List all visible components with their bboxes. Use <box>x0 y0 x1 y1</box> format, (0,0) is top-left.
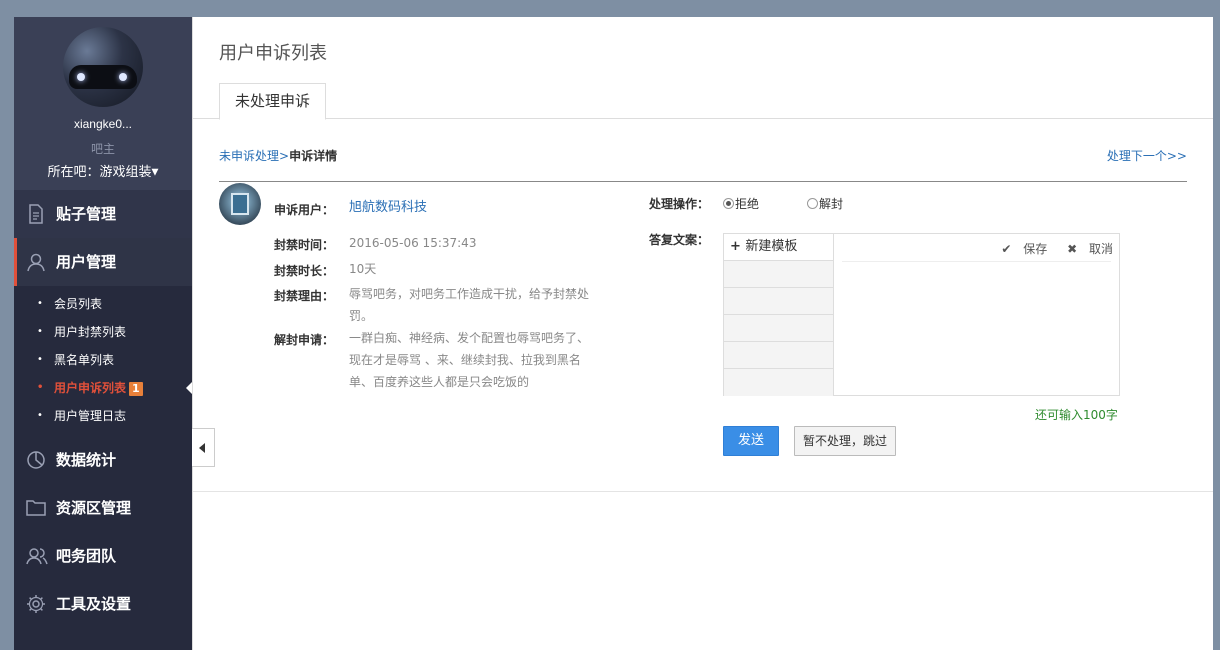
nav-label: 吧务团队 <box>56 547 117 565</box>
cancel-label: 取消 <box>1088 242 1113 256</box>
ban-time-value: 2016-05-06 15:37:43 <box>349 236 477 250</box>
submenu-appeal-list[interactable]: 用户申诉列表1 <box>14 374 192 402</box>
caret-down-icon: ▼ <box>151 167 159 178</box>
template-slot[interactable] <box>724 288 833 315</box>
reply-label: 答复文案： <box>649 233 710 247</box>
ban-reason-label: 封禁理由： <box>274 289 335 303</box>
submenu-user-log[interactable]: 用户管理日志 <box>14 402 192 430</box>
ban-reason-value: 辱骂吧务，对吧务工作造成干扰，给予封禁处罚。 <box>349 287 590 323</box>
nav-label: 资源区管理 <box>56 499 132 517</box>
next-appeal-link[interactable]: 处理下一个>> <box>1107 147 1187 164</box>
divider <box>219 181 1187 182</box>
tab-bar: 未处理申诉 <box>193 83 1213 120</box>
nav-user-management[interactable]: 用户管理 <box>14 238 192 286</box>
nav-label: 贴子管理 <box>56 205 117 223</box>
sidebar: xiangke0... 吧主 所在吧：游戏组装▼ 贴子管理 用户管理 会员列表 … <box>14 17 192 650</box>
cancel-template-button[interactable]: ✖ 取消 <box>1059 242 1113 256</box>
username[interactable]: xiangke0... <box>14 117 192 131</box>
unban-label: 解封 <box>819 197 844 211</box>
submenu-member-list[interactable]: 会员列表 <box>14 290 192 318</box>
reply-editor: + 新建模板 ✔ 保存 ✖ 取消 <box>723 233 1120 396</box>
action-label: 处理操作： <box>649 197 710 211</box>
count-badge: 1 <box>129 382 143 396</box>
bar-selector[interactable]: 所在吧：游戏组装▼ <box>14 161 192 180</box>
reject-label: 拒绝 <box>735 197 760 211</box>
nav-tools-settings[interactable]: 工具及设置 <box>14 580 192 628</box>
user-submenu: 会员列表 用户封禁列表 黑名单列表 用户申诉列表1 用户管理日志 <box>14 286 192 436</box>
unban-request-label: 解封申请： <box>274 333 335 347</box>
save-label: 保存 <box>1023 242 1048 256</box>
breadcrumb-current: 申诉详情 <box>289 149 338 163</box>
nav-label: 工具及设置 <box>56 595 132 613</box>
bar-selector-label: 所在吧：游戏组装 <box>47 165 152 180</box>
tab-unprocessed-appeals[interactable]: 未处理申诉 <box>219 83 327 120</box>
user-role: 吧主 <box>90 142 115 156</box>
template-slot[interactable] <box>724 369 833 396</box>
ban-time-label: 封禁时间： <box>274 238 335 252</box>
editor-title-line <box>842 261 1111 262</box>
team-icon <box>26 546 48 566</box>
page-title: 用户申诉列表 <box>219 43 327 64</box>
main-panel: 用户申诉列表 未处理申诉 未申诉处理>申诉详情 处理下一个>> 申诉用户： 旭航… <box>192 17 1213 650</box>
nav-statistics[interactable]: 数据统计 <box>14 436 192 484</box>
breadcrumb-link[interactable]: 未申诉处理 <box>219 149 279 163</box>
save-template-button[interactable]: ✔ 保存 <box>993 242 1047 256</box>
skip-button[interactable]: 暂不处理，跳过 <box>794 426 896 456</box>
document-icon <box>26 204 46 224</box>
profile-panel: xiangke0... 吧主 所在吧：游戏组装▼ <box>14 17 192 190</box>
sidebar-nav-rest: 数据统计 资源区管理 吧务团队 工具及设置 <box>14 436 192 628</box>
nav-label: 数据统计 <box>56 451 117 469</box>
breadcrumb-separator: > <box>279 149 290 163</box>
radio-unchecked-icon <box>807 198 818 209</box>
template-slot[interactable] <box>724 315 833 342</box>
nav-post-management[interactable]: 贴子管理 <box>14 190 192 238</box>
new-template-button[interactable]: + 新建模板 <box>724 234 833 261</box>
user-icon <box>26 252 46 272</box>
appeal-user-avatar[interactable] <box>219 183 261 225</box>
submenu-ban-list[interactable]: 用户封禁列表 <box>14 318 192 346</box>
submenu-blacklist[interactable]: 黑名单列表 <box>14 346 192 374</box>
section-divider <box>193 491 1213 492</box>
submenu-label: 用户申诉列表 <box>54 381 127 395</box>
new-template-label: 新建模板 <box>745 239 798 254</box>
radio-checked-icon <box>723 198 734 209</box>
char-remaining: 还可输入100字 <box>1035 408 1118 422</box>
close-icon: ✖ <box>1067 242 1078 256</box>
nav-resource-management[interactable]: 资源区管理 <box>14 484 192 532</box>
appeal-user-link[interactable]: 旭航数码科技 <box>349 197 427 219</box>
folder-icon <box>26 498 46 518</box>
pie-chart-icon <box>26 450 46 470</box>
avatar[interactable] <box>63 27 143 107</box>
plus-icon: + <box>730 239 746 254</box>
gear-icon <box>26 594 46 614</box>
send-button[interactable]: 发送 <box>723 426 779 456</box>
template-list: + 新建模板 <box>724 234 834 396</box>
appeal-user-label: 申诉用户： <box>274 203 335 217</box>
ban-duration-label: 封禁时长： <box>274 264 335 278</box>
template-slot[interactable] <box>724 261 833 288</box>
sidebar-nav: 贴子管理 用户管理 <box>14 190 192 286</box>
template-slot[interactable] <box>724 342 833 369</box>
breadcrumb: 未申诉处理>申诉详情 <box>219 147 337 164</box>
nav-team[interactable]: 吧务团队 <box>14 532 192 580</box>
unban-request-value: 一群白痴、神经病、发个配置也辱骂吧务了、现在才是辱骂 、来、继续封我、拉我到黑名… <box>349 331 590 389</box>
collapse-sidebar-button[interactable] <box>192 428 215 467</box>
ban-duration-value: 10天 <box>349 262 377 276</box>
check-icon: ✔ <box>1001 242 1012 256</box>
reject-radio[interactable]: 拒绝 <box>723 195 759 212</box>
nav-label: 用户管理 <box>56 253 117 271</box>
unban-radio[interactable]: 解封 <box>807 195 843 212</box>
editor-toolbar: ✔ 保存 ✖ 取消 <box>985 240 1113 257</box>
